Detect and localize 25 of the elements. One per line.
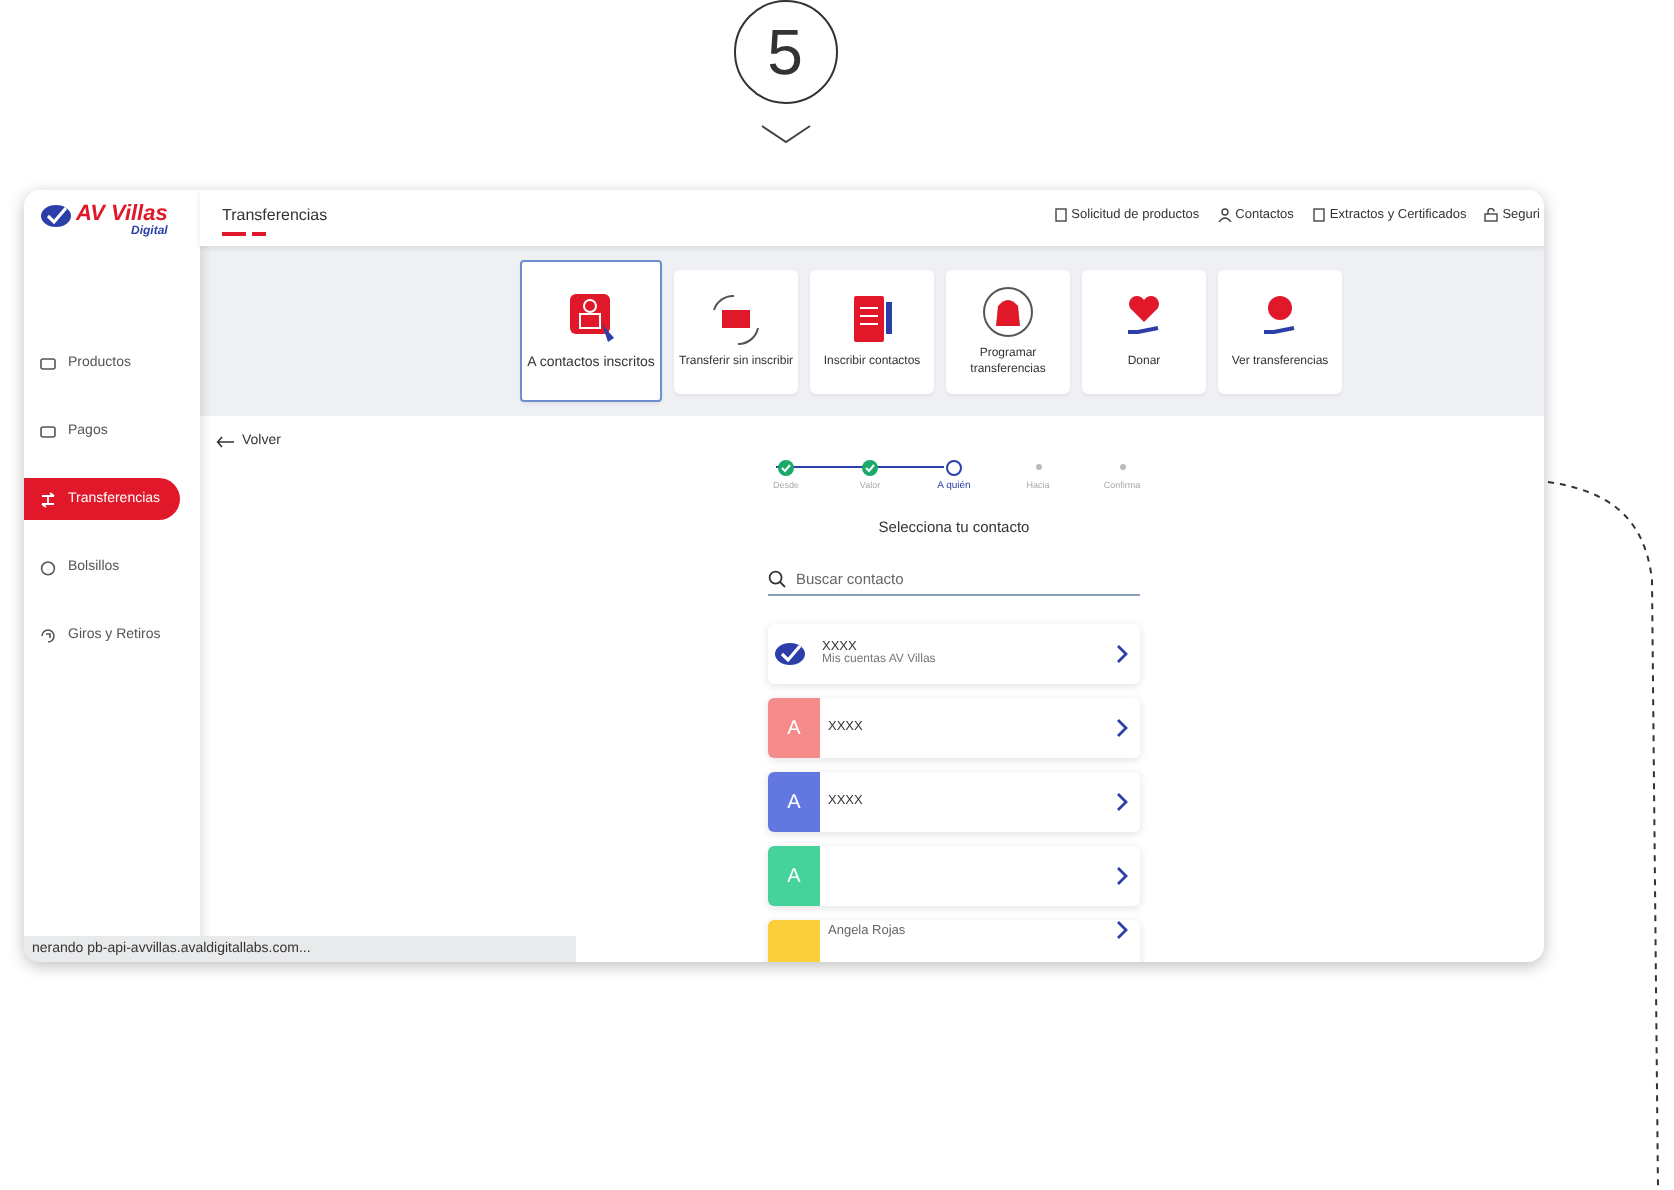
circle-icon	[40, 559, 56, 575]
back-arrow-icon	[216, 435, 234, 447]
chevron-right-icon	[1116, 920, 1128, 940]
title-underline	[222, 232, 266, 236]
contact-avatar: A	[768, 772, 820, 832]
chevron-right-icon	[1116, 792, 1128, 812]
lock-icon	[1484, 208, 1499, 222]
chevron-down-icon	[759, 124, 811, 144]
money-bag-icon	[978, 282, 1038, 343]
card-icon	[40, 355, 56, 371]
search-icon	[768, 570, 786, 588]
chevron-right-icon	[1116, 718, 1128, 738]
bank-logo-icon	[774, 642, 806, 666]
transfer-arrows-icon	[40, 491, 56, 507]
step-number-badge: 5	[733, 0, 837, 104]
document-icon	[1053, 208, 1068, 222]
card-icon	[40, 423, 56, 439]
person-icon	[1217, 208, 1232, 222]
chevron-right-icon	[1116, 644, 1128, 664]
rotate-arrow-icon	[40, 627, 56, 643]
chevron-right-icon	[1116, 866, 1128, 886]
contact-avatar: A	[768, 698, 820, 758]
document-icon	[1311, 208, 1326, 222]
page-title: Transferencias	[222, 206, 328, 224]
contact-avatar: A	[768, 846, 820, 906]
